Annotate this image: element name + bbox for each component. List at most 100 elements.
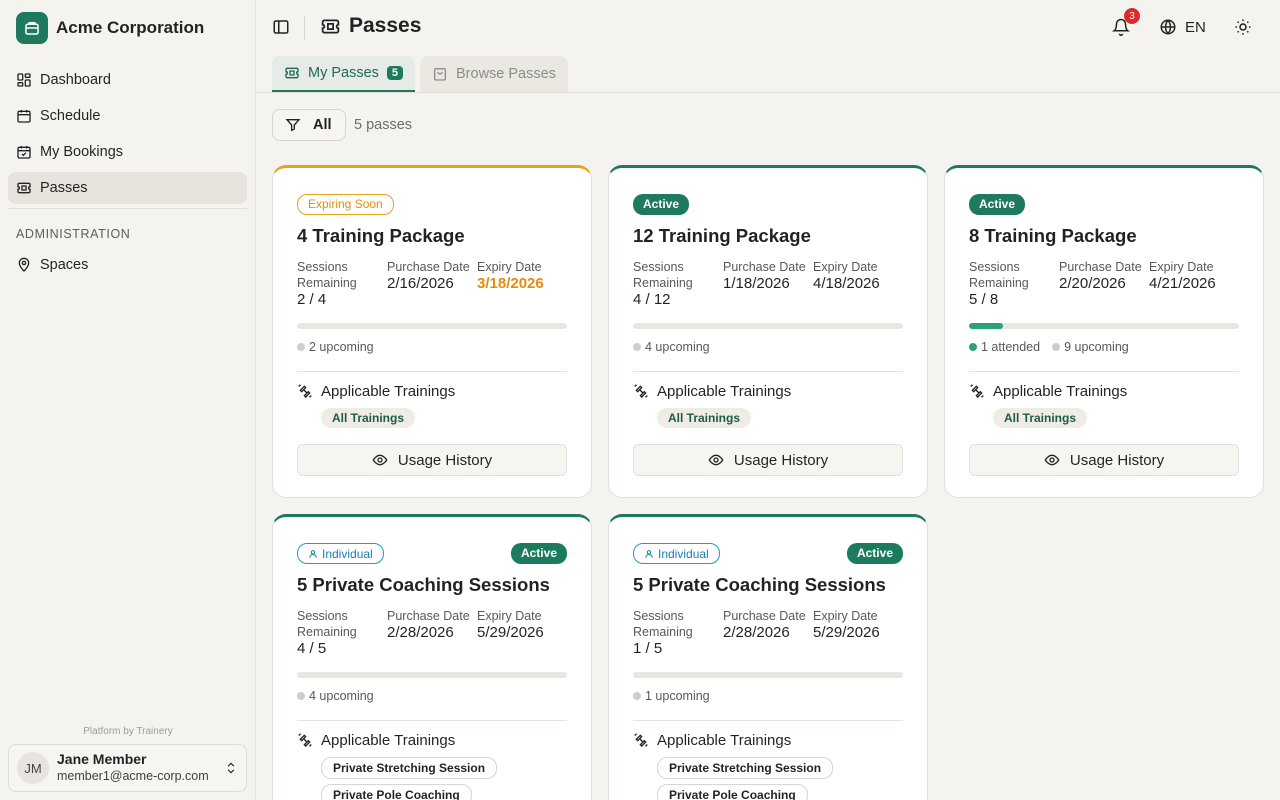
brand-name: Acme Corporation bbox=[56, 18, 205, 37]
training-tags: All Trainings bbox=[321, 408, 567, 428]
calendar-check-icon bbox=[16, 144, 32, 160]
usage-history-button[interactable]: Usage History bbox=[633, 444, 903, 476]
tab-bar: My Passes 5 Browse Passes bbox=[256, 56, 1280, 93]
pass-title: 5 Private Coaching Sessions bbox=[633, 574, 886, 595]
applicable-trainings-heading: Applicable Trainings bbox=[297, 731, 567, 749]
type-badge: Individual bbox=[633, 543, 720, 564]
training-tags: All Trainings bbox=[993, 408, 1239, 428]
session-legend: 1 upcoming bbox=[633, 686, 903, 706]
notification-badge: 3 bbox=[1124, 8, 1140, 24]
pass-stats: Sessions Remaining 5 / 8 Purchase Date 2/2… bbox=[969, 259, 1239, 323]
tab-my-passes[interactable]: My Passes 5 bbox=[272, 56, 416, 92]
stat-label: Expiry Date bbox=[477, 260, 542, 274]
tab-browse-passes[interactable]: Browse Passes bbox=[420, 56, 568, 92]
stat-label: Sessions Remaining bbox=[633, 260, 693, 290]
applicable-trainings-heading: Applicable Trainings bbox=[633, 731, 903, 749]
training-tag: All Trainings bbox=[321, 408, 416, 428]
expiry-date-value: 4/21/2026 bbox=[1149, 275, 1216, 292]
sessions-remaining-value: 2 / 4 bbox=[297, 291, 327, 308]
filter-button[interactable]: All bbox=[272, 109, 346, 141]
pass-card: Expiring Soon 4 Training Package Session… bbox=[272, 165, 592, 498]
upcoming-dot bbox=[1052, 343, 1061, 351]
tab-label: My Passes bbox=[308, 65, 379, 81]
pass-card: Individual Active 5 Private Coaching Ses… bbox=[272, 514, 592, 800]
upcoming-text: 4 upcoming bbox=[645, 340, 710, 354]
sun-icon[interactable] bbox=[1234, 18, 1252, 36]
usage-progress-bar bbox=[297, 672, 567, 678]
pass-card: Active 8 Training Package Sessions Remai… bbox=[944, 165, 1264, 498]
ticket-icon bbox=[284, 65, 300, 81]
training-tag: Private Stretching Session bbox=[321, 757, 498, 779]
sidebar-item-spaces[interactable]: Spaces bbox=[8, 249, 247, 281]
sidebar-item-schedule[interactable]: Schedule bbox=[8, 100, 247, 132]
user-menu[interactable]: JM Jane Member member1@acme-corp.com bbox=[8, 744, 247, 792]
usage-history-button[interactable]: Usage History bbox=[297, 444, 567, 476]
dashboard-icon bbox=[16, 72, 32, 88]
sidebar-item-my-bookings[interactable]: My Bookings bbox=[8, 136, 247, 168]
user-icon bbox=[308, 549, 318, 559]
applicable-trainings-heading: Applicable Trainings bbox=[969, 382, 1239, 400]
user-info: Jane Member member1@acme-corp.com bbox=[57, 751, 216, 784]
platform-note: Platform by Trainery bbox=[83, 726, 173, 737]
applicable-trainings-label: Applicable Trainings bbox=[993, 382, 1128, 400]
stat-label: Expiry Date bbox=[477, 609, 542, 623]
expiry-date-value: 3/18/2026 bbox=[477, 275, 544, 292]
purchase-date-value: 2/28/2026 bbox=[723, 624, 790, 641]
dumbbell-icon bbox=[297, 732, 313, 748]
pass-stats: Sessions Remaining 2 / 4 Purchase Date 2/1… bbox=[297, 259, 567, 323]
page-title: Passes bbox=[320, 14, 421, 38]
pass-title: 12 Training Package bbox=[633, 225, 811, 246]
pass-title: 4 Training Package bbox=[297, 225, 465, 246]
sidebar-item-passes[interactable]: Passes bbox=[8, 172, 247, 204]
user-email: member1@acme-corp.com bbox=[57, 768, 209, 783]
header-divider bbox=[304, 16, 305, 40]
upcoming-dot bbox=[633, 343, 641, 351]
sidebar-item-label: My Bookings bbox=[40, 144, 124, 160]
type-badge-label: Individual bbox=[658, 546, 709, 561]
card-badges: Individual Active bbox=[633, 543, 903, 566]
sessions-remaining-value: 1 / 5 bbox=[633, 640, 663, 657]
stat-label: Purchase Date bbox=[723, 260, 806, 274]
upcoming-legend: 1 upcoming bbox=[633, 689, 710, 703]
stat-label: Sessions Remaining bbox=[297, 609, 357, 639]
language-selector[interactable]: EN bbox=[1159, 18, 1206, 36]
eye-icon bbox=[708, 452, 724, 468]
brand[interactable]: Acme Corporation bbox=[16, 12, 204, 44]
card-divider bbox=[969, 371, 1239, 372]
section-label-administration: ADMINISTRATION bbox=[16, 227, 131, 241]
eye-icon bbox=[1044, 452, 1060, 468]
map-pin-icon bbox=[16, 257, 32, 273]
purchase-date-value: 2/16/2026 bbox=[387, 275, 454, 292]
card-divider bbox=[297, 371, 567, 372]
dumbbell-icon bbox=[633, 383, 649, 399]
avatar: JM bbox=[17, 752, 49, 784]
stat-label: Purchase Date bbox=[1059, 260, 1142, 274]
session-legend: 1 attended 9 upcoming bbox=[969, 337, 1239, 357]
pass-card: Active 12 Training Package Sessions Rema… bbox=[608, 165, 928, 498]
usage-progress-bar bbox=[633, 323, 903, 329]
pass-title: 8 Training Package bbox=[969, 225, 1137, 246]
usage-history-button[interactable]: Usage History bbox=[969, 444, 1239, 476]
applicable-trainings-label: Applicable Trainings bbox=[657, 731, 792, 749]
sidebar-toggle-icon[interactable] bbox=[272, 18, 290, 36]
upcoming-dot bbox=[297, 343, 305, 351]
eye-icon bbox=[372, 452, 388, 468]
shopping-bag-icon bbox=[432, 66, 448, 82]
upcoming-legend: 2 upcoming bbox=[297, 340, 374, 354]
training-tag: All Trainings bbox=[993, 408, 1088, 428]
chevrons-up-down-icon bbox=[224, 761, 238, 775]
usage-progress-bar bbox=[969, 323, 1239, 329]
sidebar-item-label: Dashboard bbox=[40, 72, 111, 88]
sidebar-item-dashboard[interactable]: Dashboard bbox=[8, 64, 247, 96]
upcoming-text: 4 upcoming bbox=[309, 689, 374, 703]
stat-label: Purchase Date bbox=[387, 260, 470, 274]
training-tags: Private Stretching Session Private Pole … bbox=[657, 757, 903, 800]
training-tag: Private Pole Coaching bbox=[657, 784, 808, 800]
pass-stats: Sessions Remaining 4 / 5 Purchase Date 2/2… bbox=[297, 608, 567, 672]
language-label: EN bbox=[1185, 18, 1206, 36]
upcoming-legend: 4 upcoming bbox=[633, 340, 710, 354]
stat-label: Expiry Date bbox=[813, 609, 878, 623]
tab-label: Browse Passes bbox=[456, 66, 556, 82]
upcoming-legend: 4 upcoming bbox=[297, 689, 374, 703]
sidebar-item-label: Schedule bbox=[40, 108, 101, 124]
